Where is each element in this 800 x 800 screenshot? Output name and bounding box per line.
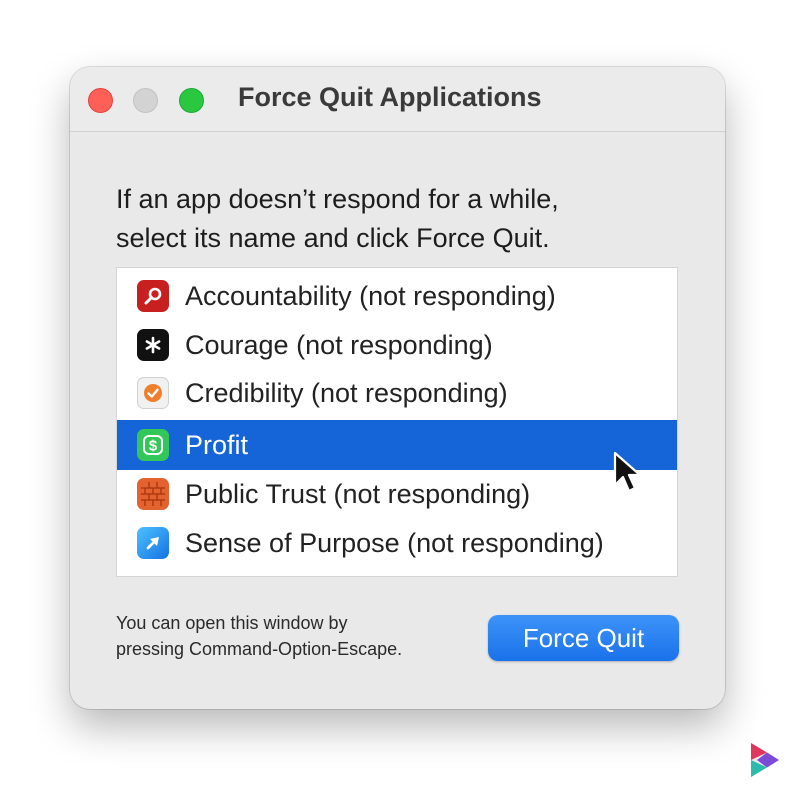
force-quit-window: Force Quit Applications If an app doesn’… <box>70 67 725 709</box>
brick-wall-icon <box>137 478 169 510</box>
app-row-sense-of-purpose[interactable]: Sense of Purpose (not responding) <box>117 518 677 568</box>
instructions-line-2: select its name and click Force Quit. <box>116 223 550 253</box>
svg-text:$: $ <box>149 438 158 455</box>
app-row-public-trust[interactable]: Public Trust (not responding) <box>117 469 677 519</box>
close-button[interactable] <box>88 88 113 113</box>
arrow-icon <box>137 527 169 559</box>
shortcut-hint-line-2: pressing Command-Option-Escape. <box>116 639 403 659</box>
app-label: Profit <box>185 429 249 460</box>
app-label: Accountability (not responding) <box>185 280 556 311</box>
app-label: Public Trust (not responding) <box>185 478 531 509</box>
instructions-line-1: If an app doesn’t respond for a while, <box>116 184 559 214</box>
window-title: Force Quit Applications <box>238 82 542 112</box>
checkmark-badge-icon <box>137 377 169 409</box>
asterisk-icon <box>137 329 169 361</box>
dollar-icon: $ <box>137 429 169 461</box>
force-quit-button[interactable]: Force Quit <box>488 615 679 661</box>
app-label: Credibility (not responding) <box>185 377 508 408</box>
instructions-text: If an app doesn’t respond for a while, s… <box>116 180 676 258</box>
app-label: Sense of Purpose (not responding) <box>185 527 604 558</box>
zoom-button[interactable] <box>179 88 204 113</box>
app-row-profit[interactable]: $ Profit <box>117 420 677 470</box>
magnifier-icon <box>137 280 169 312</box>
app-list[interactable]: Accountability (not responding) Courage … <box>116 267 678 577</box>
mouse-cursor-icon <box>613 451 642 493</box>
app-row-accountability[interactable]: Accountability (not responding) <box>117 271 677 321</box>
app-row-credibility[interactable]: Credibility (not responding) <box>117 368 677 418</box>
minimize-button[interactable] <box>133 88 158 113</box>
shortcut-hint-line-1: You can open this window by <box>116 613 348 633</box>
app-row-courage[interactable]: Courage (not responding) <box>117 320 677 370</box>
shortcut-hint: You can open this window by pressing Com… <box>116 610 402 662</box>
brand-logo-icon <box>751 743 779 777</box>
app-label: Courage (not responding) <box>185 329 493 360</box>
title-bar: Force Quit Applications <box>70 67 725 132</box>
